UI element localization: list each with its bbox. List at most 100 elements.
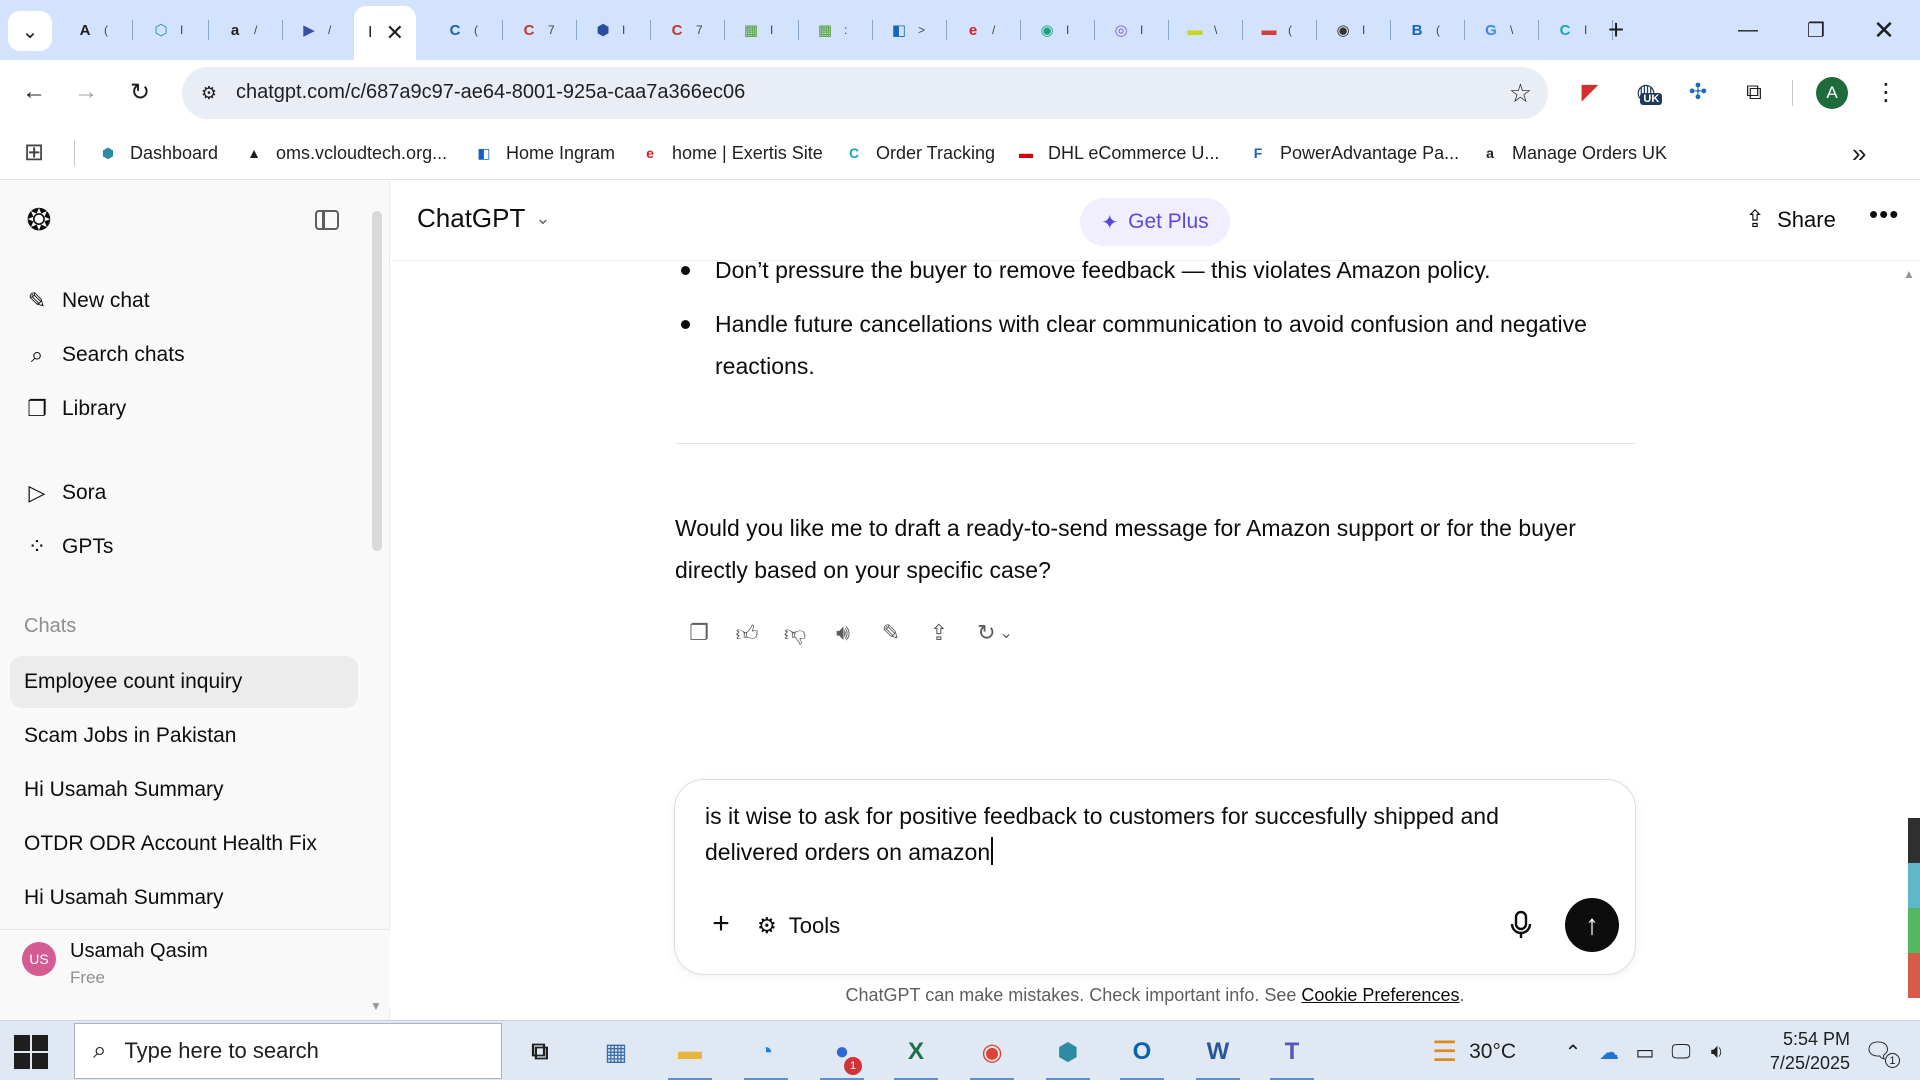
bookmark-star-icon[interactable]: ☆ xyxy=(1509,78,1532,109)
sidebar-scrollbar[interactable] xyxy=(372,211,382,551)
browser-tab[interactable]: ⬢ I xyxy=(578,12,652,48)
bookmark-item[interactable]: ⬢ Dashboard xyxy=(96,138,218,168)
browser-tab[interactable]: G \ xyxy=(1466,12,1540,48)
chat-item[interactable]: Scam Jobs in Pakistan xyxy=(10,710,358,762)
excel-app[interactable]: X xyxy=(888,1029,944,1080)
browser-tab[interactable]: ◎ I xyxy=(1096,12,1170,48)
conversation-options-button[interactable]: ••• xyxy=(1869,199,1899,230)
browser-tab[interactable]: ▦: xyxy=(800,12,874,48)
profile-avatar[interactable]: A xyxy=(1816,77,1848,109)
browser-tab[interactable]: ▬( xyxy=(1244,12,1318,48)
browser-tab[interactable]: a / xyxy=(210,12,284,48)
chat-item[interactable]: OTDR ODR Account Health Fix xyxy=(10,818,358,870)
chat-item[interactable]: Hi Usamah Summary xyxy=(10,872,358,924)
scroll-up-arrow-icon[interactable]: ▲ xyxy=(1903,267,1915,281)
bad-response-button[interactable]: 👎︎ xyxy=(771,615,819,651)
bookmark-item[interactable]: e home | Exertis Site xyxy=(638,138,823,168)
sidebar-item-library[interactable]: ❐ Library xyxy=(10,387,358,431)
hex-app[interactable]: ⬢ xyxy=(1040,1029,1096,1080)
scroll-down-arrow-icon[interactable]: ▼ xyxy=(370,999,382,1013)
get-plus-button[interactable]: ✦ Get Plus xyxy=(1080,198,1230,246)
forward-button[interactable]: → xyxy=(66,72,106,112)
chat-item[interactable]: Hi Usamah Summary xyxy=(10,764,358,816)
bookmark-item[interactable]: ▬ DHL eCommerce U... xyxy=(1014,138,1219,168)
prompt-textarea[interactable]: is it wise to ask for positive feedback … xyxy=(705,798,1585,870)
browser-tab[interactable]: C7 xyxy=(504,12,578,48)
cookie-preferences-link[interactable]: Cookie Preferences xyxy=(1301,985,1459,1005)
notification-center-button[interactable]: 🗨︎ 1 xyxy=(1860,1035,1900,1068)
teams-app[interactable]: T xyxy=(1264,1029,1320,1080)
browser-menu-button[interactable]: ⋮ xyxy=(1874,74,1898,110)
sidebar-item-new-chat[interactable]: ✎ New chat xyxy=(10,279,358,323)
address-bar[interactable]: ⚙ chatgpt.com/c/687a9c97-ae64-8001-925a-… xyxy=(182,67,1548,119)
file-explorer-app[interactable]: ▬ xyxy=(662,1029,718,1080)
browser-tab[interactable]: B( xyxy=(1392,12,1466,48)
send-button[interactable]: ↑ xyxy=(1565,898,1619,952)
tab-search-button[interactable]: ⌄ xyxy=(8,11,52,51)
copy-button[interactable]: ❐ xyxy=(675,615,723,651)
outlook-app[interactable]: O xyxy=(1114,1029,1170,1080)
start-button[interactable] xyxy=(14,1035,48,1069)
close-window-button[interactable]: ✕ xyxy=(1856,10,1912,50)
calculator-app[interactable]: ▦ xyxy=(588,1029,644,1075)
sidebar-item-gpts[interactable]: ⁘ GPTs xyxy=(10,525,358,569)
sidebar-item-sora[interactable]: ▷ Sora xyxy=(10,471,358,515)
regenerate-button[interactable]: ↻ ⌄ xyxy=(963,615,1027,651)
browser-tab[interactable]: ◧ > xyxy=(874,12,948,48)
browser-tab[interactable]: ◉ I xyxy=(1022,12,1096,48)
browser-tab[interactable]: ⬡ I xyxy=(136,12,210,48)
apps-grid-icon[interactable]: ⊞ xyxy=(24,138,44,167)
puzzle-extensions-icon[interactable]: ⧉ xyxy=(1736,74,1772,110)
browser-tab[interactable]: C7 xyxy=(652,12,726,48)
restore-button[interactable]: ❐ xyxy=(1788,10,1844,50)
browser-tab-active[interactable]: I ✕ xyxy=(354,6,416,60)
browser-tab[interactable]: e / xyxy=(948,12,1022,48)
uk-extension-icon[interactable]: ◍ UK xyxy=(1628,74,1664,110)
good-response-button[interactable]: 👍︎ xyxy=(723,615,771,651)
extension-icon[interactable]: ✣ xyxy=(1680,74,1716,110)
edge-app[interactable]: ◔ xyxy=(738,1029,794,1080)
model-selector[interactable]: ChatGPT ⌄ xyxy=(417,203,550,234)
task-view-button[interactable]: ⧉ xyxy=(512,1029,568,1075)
bookmark-item[interactable]: C Order Tracking xyxy=(842,138,995,168)
browser-tab[interactable]: ▶ / xyxy=(284,12,358,48)
user-profile-menu[interactable]: US Usamah Qasim Free xyxy=(0,929,390,1009)
openai-logo-icon[interactable]: ❂ xyxy=(22,203,56,237)
show-hidden-icons-button[interactable]: ⌃ xyxy=(1558,1037,1588,1067)
weather-widget[interactable]: ☰ 30°C xyxy=(1432,1035,1516,1068)
clock[interactable]: 5:54 PM 7/25/2025 xyxy=(1730,1027,1850,1075)
site-settings-icon[interactable]: ⚙ xyxy=(196,80,222,106)
browser-tab[interactable]: ◉ I xyxy=(1318,12,1392,48)
pdf-extension-icon[interactable]: ◤ xyxy=(1572,74,1608,110)
browser-tab[interactable]: ▦ I xyxy=(726,12,800,48)
share-button[interactable]: ⇪ Share xyxy=(1745,205,1836,234)
sidebar-item-search-chats[interactable]: ⌕ Search chats xyxy=(10,333,358,377)
share-message-button[interactable]: ⇪ xyxy=(915,615,963,651)
dictate-button[interactable] xyxy=(1505,908,1537,942)
browser-tab[interactable]: A( xyxy=(60,12,134,48)
close-sidebar-button[interactable] xyxy=(310,203,344,237)
bookmarks-overflow-icon[interactable]: » xyxy=(1852,138,1866,169)
bookmark-item[interactable]: F PowerAdvantage Pa... xyxy=(1246,138,1459,168)
new-tab-button[interactable]: + xyxy=(1598,12,1634,48)
tools-button[interactable]: ⚙ Tools xyxy=(757,906,840,946)
minimize-button[interactable]: — xyxy=(1720,10,1776,50)
close-tab-icon[interactable]: ✕ xyxy=(386,20,404,46)
word-app[interactable]: W xyxy=(1190,1029,1246,1080)
network-icon[interactable]: 🖵︎ xyxy=(1666,1037,1696,1067)
bookmark-item[interactable]: a Manage Orders UK xyxy=(1478,138,1667,168)
edit-in-canvas-button[interactable]: ✎ xyxy=(867,615,915,651)
browser-tab[interactable]: ▬ \ xyxy=(1170,12,1244,48)
bookmark-item[interactable]: ▲ oms.vcloudtech.org... xyxy=(242,138,447,168)
browser-tab[interactable]: C( xyxy=(430,12,504,48)
chat-item[interactable]: Employee count inquiry xyxy=(10,656,358,708)
back-button[interactable]: ← xyxy=(14,72,54,112)
read-aloud-button[interactable]: 🔊︎ xyxy=(819,615,867,651)
reload-button[interactable]: ↻ xyxy=(120,72,160,112)
add-attachment-button[interactable]: + xyxy=(701,904,741,944)
zoom-app[interactable]: ● 1 xyxy=(814,1029,870,1080)
onedrive-icon[interactable]: ☁ xyxy=(1594,1037,1624,1067)
volume-icon[interactable]: 🔉︎ xyxy=(1702,1037,1732,1067)
url-text[interactable]: chatgpt.com/c/687a9c97-ae64-8001-925a-ca… xyxy=(236,81,745,104)
chrome-app[interactable]: ◉ xyxy=(964,1029,1020,1080)
